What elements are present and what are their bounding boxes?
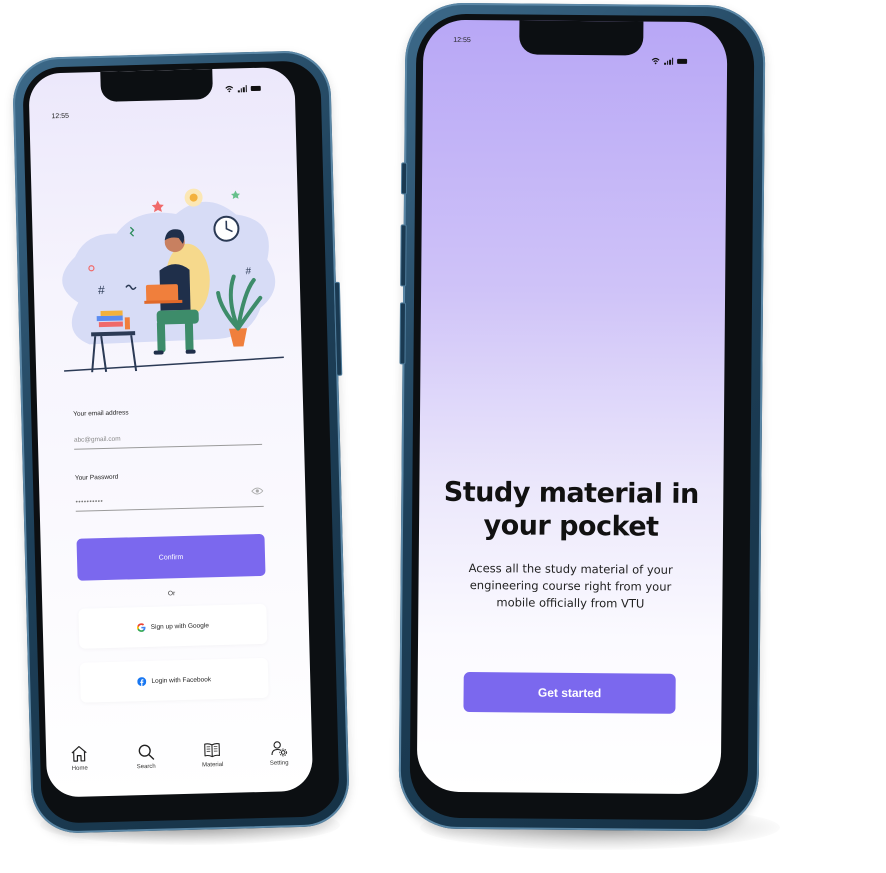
svg-text:#: #: [245, 266, 251, 277]
google-signup-label: Sign up with Google: [150, 621, 209, 631]
facebook-login-label: Login with Facebook: [151, 675, 212, 685]
google-signup-button[interactable]: Sign up with Google: [78, 603, 268, 649]
password-label: Your Password: [74, 473, 119, 482]
notch: [100, 69, 214, 102]
hero-title: Study material in your pocket: [443, 476, 699, 543]
volume-up-button: [400, 224, 407, 287]
email-label: Your email address: [73, 409, 129, 418]
battery-icon: [677, 58, 688, 64]
wifi-icon: [225, 85, 234, 93]
mute-switch: [400, 162, 408, 195]
notch: [519, 20, 644, 56]
nav-label-home: Home: [71, 765, 88, 772]
search-icon: [138, 744, 154, 760]
nav-item-search[interactable]: Search: [121, 742, 172, 770]
power-button: [333, 281, 343, 376]
nav-label-search: Search: [136, 763, 156, 771]
battery-icon: [251, 85, 262, 92]
confirm-label: Confirm: [158, 553, 184, 562]
status-icons: [651, 57, 688, 65]
eye-icon[interactable]: [251, 487, 264, 495]
login-screen: 12:55 # # Your email address abc@gmail.c…: [28, 66, 314, 798]
status-time: 12:55: [51, 112, 70, 121]
login-phone: 12:55 # # Your email address abc@gmail.c…: [11, 49, 351, 835]
svg-text:#: #: [98, 283, 105, 297]
facebook-login-button[interactable]: Login with Facebook: [79, 657, 269, 703]
nav-item-setting[interactable]: Setting: [254, 739, 305, 767]
nav-label-setting: Setting: [269, 760, 289, 767]
signal-icon: [664, 57, 674, 65]
facebook-icon: [137, 676, 147, 686]
volume-down-button: [399, 302, 406, 365]
status-time: 12:55: [453, 36, 471, 45]
onboarding-screen: 12:55 Study material in your pocket Aces…: [416, 19, 728, 795]
get-started-button[interactable]: Get started: [463, 671, 676, 714]
nav-item-material[interactable]: Material: [187, 741, 238, 769]
nav-item-home[interactable]: Home: [54, 744, 105, 772]
google-icon: [136, 622, 146, 632]
settings-icon: [271, 741, 287, 757]
or-divider: Or: [167, 590, 176, 598]
bottom-nav: Home Search Material Setting: [46, 729, 314, 798]
onboarding-phone: 12:55 Study material in your pocket Aces…: [398, 2, 766, 832]
home-icon: [71, 745, 87, 762]
nav-label-material: Material: [201, 762, 224, 769]
book-icon: [204, 743, 221, 758]
confirm-button[interactable]: Confirm: [76, 533, 266, 581]
signal-icon: [237, 85, 248, 93]
study-illustration: # #: [62, 188, 284, 373]
wifi-icon: [651, 57, 660, 65]
hero-subtitle: Acess all the study material of your eng…: [468, 561, 673, 611]
get-started-label: Get started: [537, 685, 602, 701]
status-icons: [225, 85, 262, 93]
